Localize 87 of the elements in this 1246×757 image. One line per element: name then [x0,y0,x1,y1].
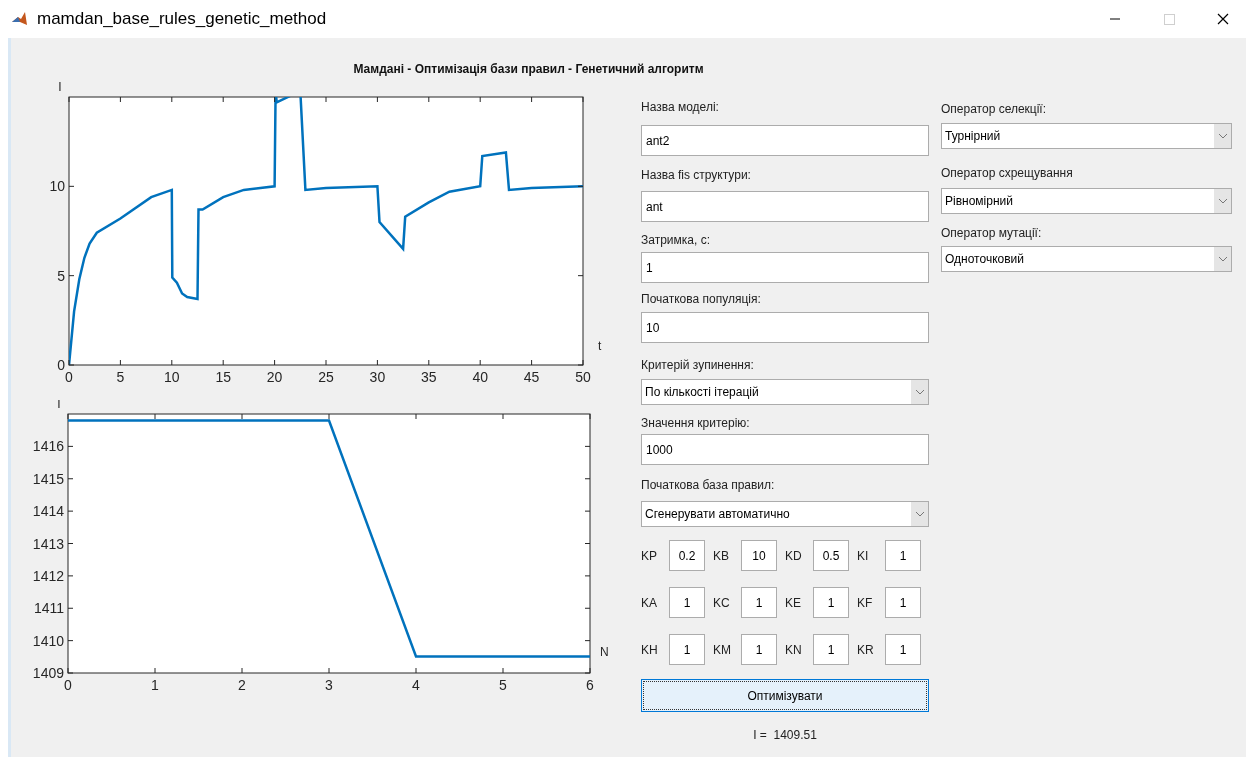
result-text: I = 1409.51 [753,727,817,744]
tick-label: 40 [472,369,488,385]
tick-label: 4 [412,677,420,693]
field-label: Оператор мутації: [941,225,1043,242]
coefficient-field[interactable]: 1 [669,634,705,665]
tick-label: 10 [164,369,180,385]
field-label: Оператор селекції: [941,101,1048,118]
plot-title: Мамдані - Оптимізація бази правил - Генетичний алгоритм [353,61,704,78]
tick-label: 1410 [32,632,64,649]
caret-icon [1217,256,1228,262]
tick-label: 2 [238,677,246,693]
coefficient-label: KC [713,594,731,612]
window-title: mamdan_base_rules_genetic_method [37,8,327,31]
input-field[interactable]: 1000 [641,434,929,465]
axis-label: t [598,339,602,353]
coefficient-field[interactable]: 0.5 [813,540,849,571]
coefficient-label: KF [857,594,874,612]
tick-label: 50 [575,369,591,385]
input-field[interactable]: ant [641,191,929,222]
field-label: Критерій зупинення: [641,357,755,374]
tick-label: 45 [523,369,540,385]
coefficient-label: KD [785,547,803,565]
coefficient-label: KB [713,547,730,565]
field-label: Оператор схрещування [941,165,1074,182]
input-field[interactable]: 10 [641,312,929,343]
coefficient-field[interactable]: 1 [885,634,921,665]
coefficient-field[interactable]: 1 [813,587,849,618]
tick-label: 5 [116,369,125,385]
coefficient-field[interactable]: 1 [885,587,921,618]
input-field[interactable]: 1 [641,252,929,283]
tick-label: 0 [57,357,65,373]
caret-icon [1217,198,1228,204]
tick-label: 5 [499,677,507,693]
dropdown[interactable]: Сгенерувати автоматично [641,501,929,527]
caret-icon [1217,133,1228,139]
tick-label: 1414 [32,503,64,520]
coefficient-label: KA [641,594,658,612]
tick-label: 3 [325,677,333,693]
coefficient-label: KE [785,594,802,612]
coefficient-field[interactable]: 10 [741,540,777,571]
tick-label: 5 [57,267,65,284]
dropdown[interactable]: Турнірний [941,123,1232,149]
coefficient-label: KM [713,641,732,659]
axis-label: N [600,645,609,659]
input-field[interactable]: ant2 [641,125,929,156]
tick-label: 1415 [32,470,64,487]
field-label: Початкова база правил: [641,477,776,494]
coefficient-label: KI [857,547,870,565]
dropdown[interactable]: По кількості ітерацій [641,379,929,405]
caret-icon [914,389,925,395]
optimize-button[interactable]: Оптимізувати [641,679,929,712]
dropdown[interactable]: Рівномірний [941,188,1232,214]
tick-label: 1413 [32,535,64,552]
field-label: Назва моделі: [641,99,720,116]
coefficient-field[interactable]: 0.2 [669,540,705,571]
field-label: Затримка, с: [641,232,711,249]
coefficient-field[interactable]: 1 [741,634,777,665]
dropdown[interactable]: Одноточковий [941,246,1232,272]
tick-label: 6 [586,677,594,693]
tick-label: 0 [64,677,72,693]
coefficient-label: KR [857,641,875,659]
axis-label: I [58,80,62,94]
coefficient-field[interactable]: 1 [813,634,849,665]
coefficient-label: KH [641,641,659,659]
tick-label: 1411 [33,600,64,617]
app-icon [11,10,28,28]
tick-label: 1412 [32,567,64,584]
tick-label: 30 [369,369,386,385]
field-label: Назва fis структури: [641,167,752,184]
tick-label: 1409 [32,665,64,681]
tick-label: 35 [421,369,437,385]
field-label: Значення критерію: [641,415,751,432]
tick-label: 15 [215,369,231,385]
field-label: Початкова популяція: [641,291,762,308]
axis-label: I [57,400,61,411]
tick-label: 20 [266,369,283,385]
coefficient-field[interactable]: 1 [885,540,921,571]
tick-label: 0 [65,369,73,385]
tick-label: 1 [151,677,159,693]
coefficient-field[interactable]: 1 [741,587,777,618]
tick-label: 10 [49,178,65,195]
coefficient-field[interactable]: 1 [669,587,705,618]
caret-icon [914,511,925,517]
tick-label: 25 [318,369,334,385]
coefficient-label: KP [641,547,658,565]
tick-label: 1416 [32,438,64,455]
coefficient-label: KN [785,641,803,659]
